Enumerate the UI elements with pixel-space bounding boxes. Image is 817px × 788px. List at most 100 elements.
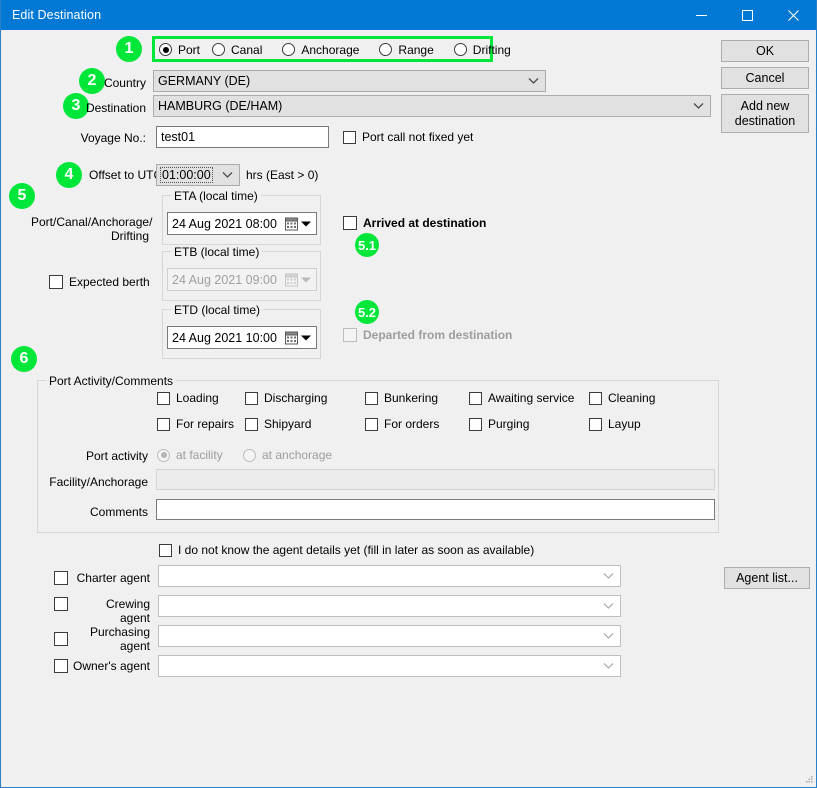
- maximize-icon[interactable]: [724, 0, 770, 30]
- purchasing-agent-label-line1: Purchasing: [89, 625, 150, 639]
- chevron-down-icon: [603, 663, 614, 669]
- checkbox-arrived-at-destination[interactable]: Arrived at destination: [343, 216, 486, 230]
- calendar-icon: [285, 273, 298, 286]
- annotation-badge-6: 6: [11, 346, 37, 372]
- annotation-badge-4: 4: [56, 162, 82, 188]
- checkbox-purging[interactable]: Purging: [469, 417, 529, 431]
- destination-value: HAMBURG (DE/HAM): [158, 99, 283, 113]
- comments-label: Comments: [89, 505, 148, 519]
- checkbox-indicator: [343, 216, 357, 230]
- crewing-agent-select[interactable]: [158, 595, 621, 617]
- checkbox-label: Loading: [176, 391, 219, 405]
- charter-agent-label: Charter agent: [76, 571, 150, 585]
- agent-list-button[interactable]: Agent list...: [724, 567, 810, 589]
- chevron-down-icon: [693, 103, 704, 109]
- checkbox-port-call-not-fixed[interactable]: Port call not fixed yet: [343, 130, 473, 144]
- radio-label: Drifting: [472, 42, 511, 57]
- radio-canal[interactable]: Canal: [212, 43, 262, 57]
- checkbox-label: Awaiting service: [488, 391, 575, 405]
- radio-label: at facility: [176, 448, 223, 462]
- add-new-destination-button[interactable]: Add new destination: [721, 94, 809, 133]
- checkbox-crewing-agent[interactable]: [54, 597, 68, 611]
- checkbox-indicator: [49, 275, 63, 289]
- title-bar: Edit Destination: [1, 0, 816, 30]
- radio-label: Port: [178, 42, 201, 57]
- resize-grip[interactable]: [806, 772, 813, 783]
- checkbox-layup[interactable]: Layup: [589, 417, 641, 431]
- checkbox-label: Arrived at destination: [363, 216, 487, 230]
- checkbox-label: Expected berth: [69, 275, 150, 289]
- checkbox-discharging[interactable]: Discharging: [245, 391, 327, 405]
- checkbox-charter-agent[interactable]: [54, 571, 68, 585]
- checkbox-indicator: [589, 417, 602, 431]
- destination-select[interactable]: HAMBURG (DE/HAM): [153, 95, 711, 117]
- dropdown-arrow-icon: [301, 335, 311, 340]
- checkbox-indicator: [157, 391, 170, 405]
- checkbox-label: I do not know the agent details yet (fil…: [178, 543, 535, 557]
- etd-datetime-picker[interactable]: 24 Aug 2021 10:00: [167, 326, 317, 349]
- voyage-number-input[interactable]: test01: [156, 126, 329, 148]
- ok-button[interactable]: OK: [721, 40, 809, 62]
- checkbox-indicator: [159, 543, 172, 557]
- country-select[interactable]: GERMANY (DE): [153, 70, 546, 92]
- offset-to-utc-suffix: hrs (East > 0): [246, 168, 319, 182]
- checkbox-shipyard[interactable]: Shipyard: [245, 417, 311, 431]
- checkbox-indicator: [469, 391, 482, 405]
- checkbox-awaiting-service[interactable]: Awaiting service: [469, 391, 574, 405]
- checkbox-label: Discharging: [264, 391, 328, 405]
- checkbox-for-repairs[interactable]: For repairs: [157, 417, 234, 431]
- charter-agent-select[interactable]: [158, 565, 621, 587]
- checkbox-label: Layup: [608, 417, 641, 431]
- offset-to-utc-select[interactable]: 01:00:00: [156, 164, 240, 186]
- edit-destination-dialog: Edit Destination 1 Port Canal Anchorage: [0, 0, 817, 788]
- radio-indicator: [453, 43, 467, 56]
- window-controls: [678, 0, 816, 30]
- checkbox-for-orders[interactable]: For orders: [365, 417, 439, 431]
- purchasing-agent-select[interactable]: [158, 625, 621, 647]
- checkbox-purchasing-agent[interactable]: [54, 632, 68, 646]
- checkbox-loading[interactable]: Loading: [157, 391, 219, 405]
- calendar-icon: [285, 331, 298, 344]
- country-value: GERMANY (DE): [158, 74, 251, 88]
- radio-at-facility: at facility: [157, 448, 223, 462]
- radio-at-anchorage: at anchorage: [243, 448, 332, 462]
- checkbox-owners-agent[interactable]: [54, 659, 68, 673]
- radio-indicator: [379, 43, 393, 56]
- radio-drifting[interactable]: Drifting: [453, 42, 511, 57]
- close-icon[interactable]: [770, 0, 816, 30]
- checkbox-indicator: [157, 417, 170, 431]
- checkbox-label: For orders: [384, 417, 440, 431]
- dropdown-arrow-icon: [301, 221, 311, 226]
- cancel-button[interactable]: Cancel: [721, 67, 809, 89]
- offset-to-utc-value: 01:00:00: [160, 167, 213, 183]
- radio-port[interactable]: Port: [159, 43, 200, 57]
- checkbox-departed-from-destination: Departed from destination: [343, 328, 512, 342]
- add-new-destination-line1: Add new: [740, 98, 790, 113]
- port-activity-caption: Port Activity/Comments: [46, 374, 177, 388]
- chevron-down-icon: [603, 603, 614, 609]
- checkbox-label: For repairs: [176, 417, 235, 431]
- owners-agent-select[interactable]: [158, 655, 621, 677]
- checkbox-unknown-agent-details[interactable]: I do not know the agent details yet (fil…: [159, 543, 534, 557]
- checkbox-label: Purging: [488, 417, 530, 431]
- checkbox-expected-berth[interactable]: Expected berth: [49, 275, 150, 289]
- radio-anchorage[interactable]: Anchorage: [282, 43, 359, 57]
- checkbox-label: Bunkering: [384, 391, 439, 405]
- port-activity-label: Port activity: [85, 449, 148, 463]
- checkbox-indicator: [469, 417, 482, 431]
- checkbox-cleaning[interactable]: Cleaning: [589, 391, 655, 405]
- eta-datetime-picker[interactable]: 24 Aug 2021 08:00: [167, 212, 317, 235]
- minimize-icon[interactable]: [678, 0, 724, 30]
- radio-range[interactable]: Range: [379, 43, 434, 57]
- etd-caption: ETD (local time): [171, 303, 264, 317]
- destination-type-radio-group[interactable]: Port Canal Anchorage Range Drifting: [159, 42, 511, 57]
- annotation-badge-5-1: 5.1: [355, 233, 379, 257]
- checkbox-bunkering[interactable]: Bunkering: [365, 391, 438, 405]
- annotation-badge-5: 5: [9, 183, 35, 209]
- checkbox-indicator: [343, 328, 357, 342]
- radio-indicator: [243, 448, 256, 462]
- voyage-number-value: test01: [161, 130, 196, 144]
- etd-value: 24 Aug 2021 10:00: [172, 330, 277, 345]
- comments-input[interactable]: [156, 499, 715, 520]
- checkbox-indicator: [365, 391, 378, 405]
